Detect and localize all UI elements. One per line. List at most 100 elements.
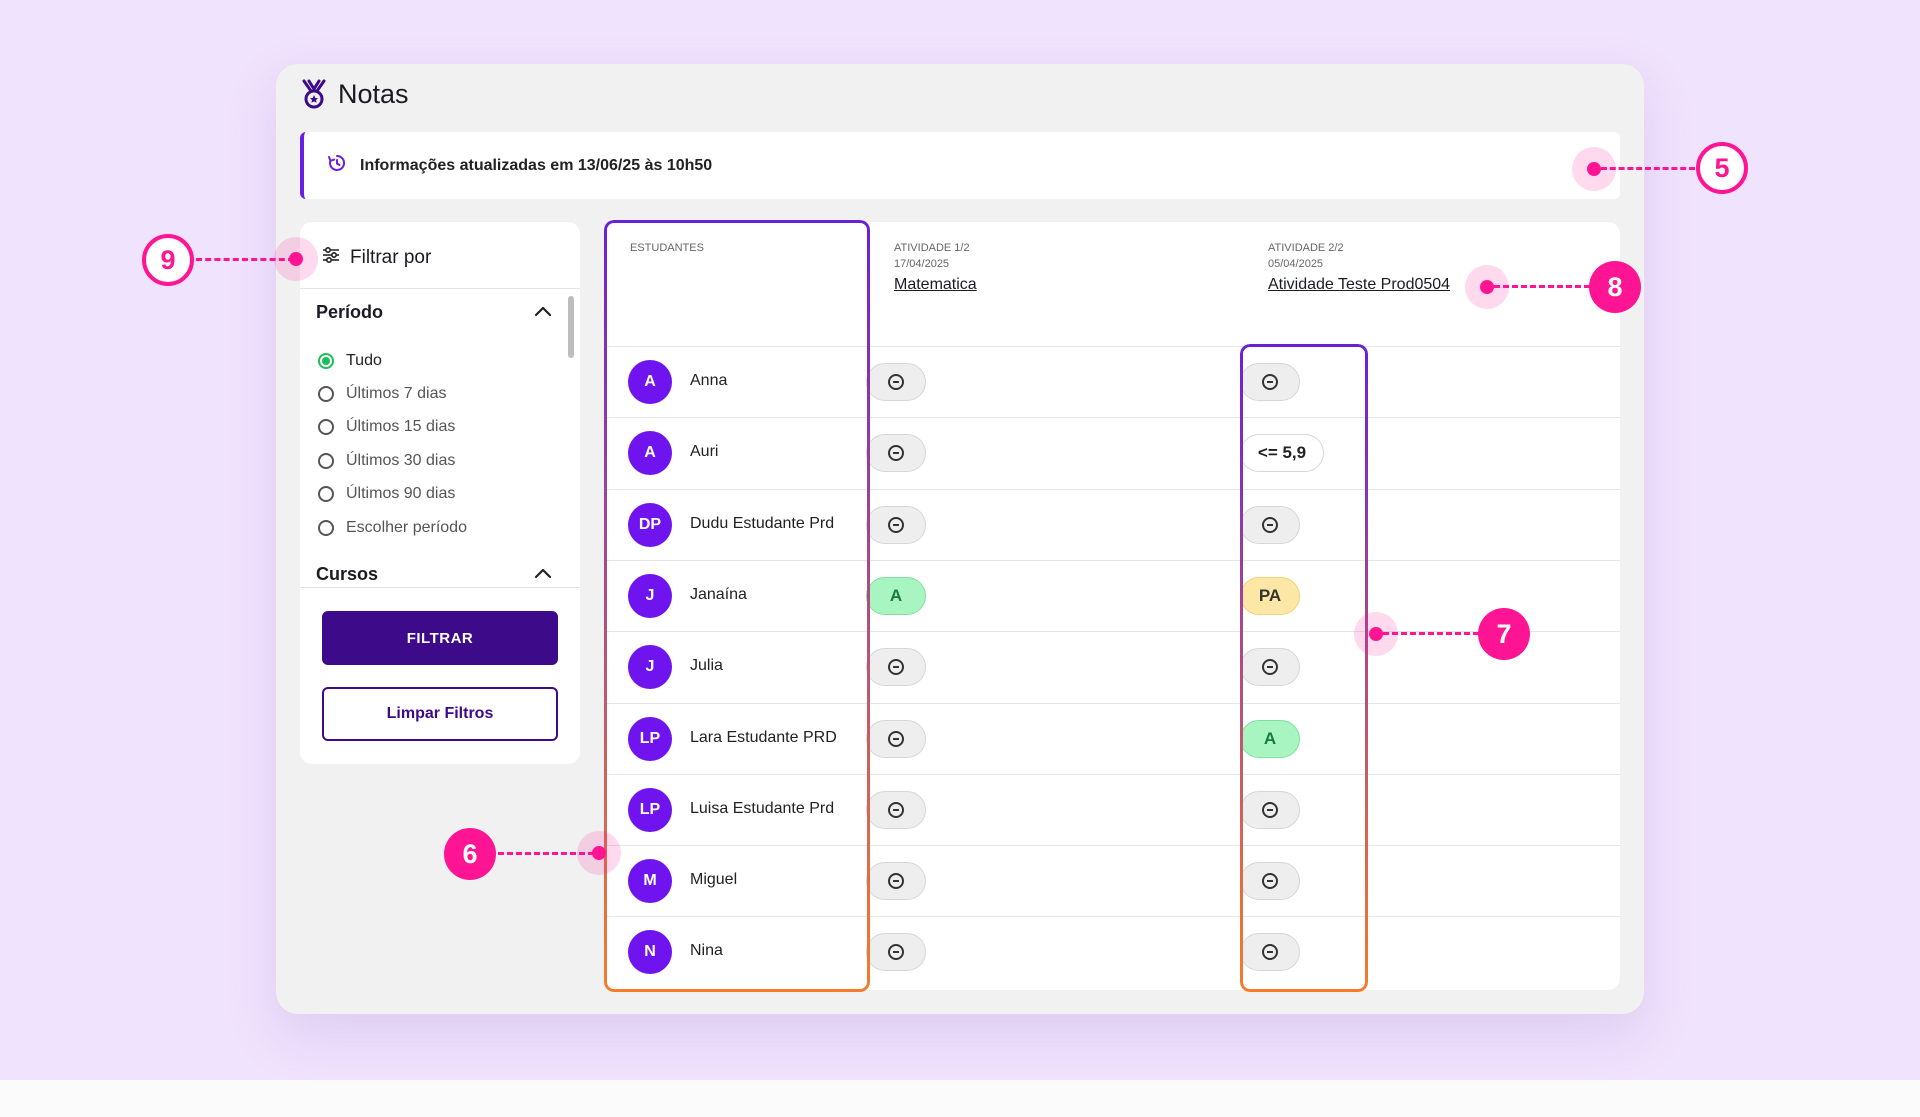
periodo-option-label: Últimos 30 dias (346, 451, 456, 469)
grade-empty-pill[interactable] (1240, 933, 1300, 972)
avatar: LP (628, 787, 672, 832)
avatar: J (628, 645, 672, 690)
grade-empty-pill[interactable] (1240, 862, 1300, 901)
cursos-section-header[interactable]: Cursos (316, 564, 552, 585)
medal-icon (300, 78, 328, 110)
grade-empty-pill[interactable] (866, 719, 926, 758)
table-row: A Auri <= 5,9 (604, 417, 1620, 488)
periodo-option[interactable]: Tudo (318, 344, 467, 377)
grade-empty-pill[interactable] (1240, 790, 1300, 829)
callout-9-badge: 9 (142, 234, 194, 286)
callout-6-dot (592, 846, 606, 860)
grade-empty-pill[interactable] (866, 933, 926, 972)
minus-circle-icon (888, 730, 904, 747)
periodo-option[interactable]: Escolher período (318, 511, 467, 544)
radio-button[interactable] (318, 352, 334, 369)
activity-1-link[interactable]: Matematica (894, 276, 977, 294)
grade-empty-pill[interactable] (1240, 505, 1300, 544)
activity-1-label: ATIVIDADE 1/2 (894, 242, 970, 254)
radio-button[interactable] (318, 519, 334, 536)
table-row: DP Dudu Estudante Prd (604, 488, 1620, 560)
avatar: J (628, 573, 672, 618)
minus-circle-icon (1262, 659, 1278, 676)
periodo-option-label: Escolher período (346, 518, 467, 536)
minus-circle-icon (1262, 374, 1278, 390)
filter-panel: Filtrar por Período Tudo Últimos 7 dias Úl… (300, 222, 580, 764)
callout-8-line (1494, 285, 1590, 288)
activity-2-label: ATIVIDADE 2/2 (1268, 242, 1344, 254)
sliders-icon (322, 246, 340, 269)
grade-empty-pill[interactable] (866, 790, 926, 829)
divider (300, 288, 580, 289)
table-row: N Nina (604, 916, 1620, 987)
grade-empty-pill[interactable] (866, 648, 926, 687)
activity-2-date: 05/04/2025 (1268, 258, 1324, 270)
minus-circle-icon (888, 659, 904, 676)
periodo-option[interactable]: Últimos 90 dias (318, 478, 467, 511)
student-name: Julia (690, 657, 723, 675)
callout-7-badge: 7 (1478, 608, 1530, 660)
radio-button[interactable] (318, 486, 334, 503)
clear-filters-button[interactable]: Limpar Filtros (322, 687, 558, 741)
avatar: A (628, 360, 672, 404)
periodo-option[interactable]: Últimos 30 dias (318, 444, 467, 477)
bottom-strip (0, 1080, 1920, 1117)
periodo-option-label: Últimos 15 dias (346, 418, 456, 436)
periodo-option-label: Últimos 90 dias (346, 485, 456, 503)
table-row: J Julia (604, 631, 1620, 702)
grade-pill[interactable]: A (866, 576, 926, 615)
table-row: LP Luisa Estudante Prd (604, 773, 1620, 845)
callout-7-line (1383, 632, 1479, 635)
grade-empty-pill[interactable] (866, 434, 926, 473)
grade-empty-pill[interactable] (1240, 363, 1300, 401)
radio-button[interactable] (318, 419, 334, 436)
filter-scrollbar[interactable] (568, 296, 574, 358)
student-name: Luisa Estudante Prd (690, 799, 835, 817)
callout-5-dot (1587, 162, 1601, 176)
minus-circle-icon (1262, 801, 1278, 818)
grade-pill[interactable]: PA (1240, 576, 1300, 615)
student-name: Anna (690, 372, 728, 389)
divider (300, 587, 580, 588)
callout-8-dot (1480, 280, 1494, 294)
minus-circle-icon (888, 445, 904, 462)
periodo-option[interactable]: Últimos 7 dias (318, 377, 467, 410)
grade-empty-pill[interactable] (866, 862, 926, 901)
avatar: M (628, 859, 672, 904)
student-name: Auri (690, 443, 719, 461)
table-row: LP Lara Estudante PRD A (604, 702, 1620, 774)
minus-circle-icon (1262, 944, 1278, 961)
periodo-option-label: Tudo (346, 351, 382, 369)
periodo-option-label: Últimos 7 dias (346, 385, 447, 403)
cursos-title: Cursos (316, 564, 379, 584)
info-text: Informações atualizadas em 13/06/25 às 1… (360, 156, 713, 174)
minus-circle-icon (888, 374, 904, 390)
filter-title: Filtrar por (350, 246, 432, 268)
minus-circle-icon (888, 944, 904, 961)
minus-circle-icon (1262, 516, 1278, 533)
chevron-up-icon[interactable] (534, 304, 552, 322)
periodo-options: Tudo Últimos 7 dias Últimos 15 dias Últimos… (318, 344, 467, 544)
grade-pill[interactable]: <= 5,9 (1240, 434, 1324, 473)
callout-9-dot (289, 252, 303, 266)
periodo-section-header[interactable]: Período (316, 302, 552, 323)
activity-2-link[interactable]: Atividade Teste Prod0504 (1268, 276, 1450, 294)
activity-1-date: 17/04/2025 (894, 258, 950, 270)
avatar: N (628, 930, 672, 975)
grade-empty-pill[interactable] (866, 363, 926, 401)
page-title: Notas (338, 78, 409, 109)
periodo-option[interactable]: Últimos 15 dias (318, 411, 467, 444)
student-name: Nina (690, 942, 723, 960)
grade-pill[interactable]: A (1240, 719, 1300, 758)
filter-button[interactable]: FILTRAR (322, 611, 558, 665)
grade-empty-pill[interactable] (1240, 648, 1300, 687)
student-name: Dudu Estudante Prd (690, 514, 835, 532)
page-header: Notas (300, 78, 409, 110)
radio-button[interactable] (318, 452, 334, 469)
radio-button[interactable] (318, 386, 334, 403)
minus-circle-icon (1262, 873, 1278, 890)
student-name: Janaína (690, 585, 747, 603)
table-row: J Janaína A PA (604, 559, 1620, 631)
grade-empty-pill[interactable] (866, 505, 926, 544)
chevron-up-icon[interactable] (534, 566, 552, 584)
